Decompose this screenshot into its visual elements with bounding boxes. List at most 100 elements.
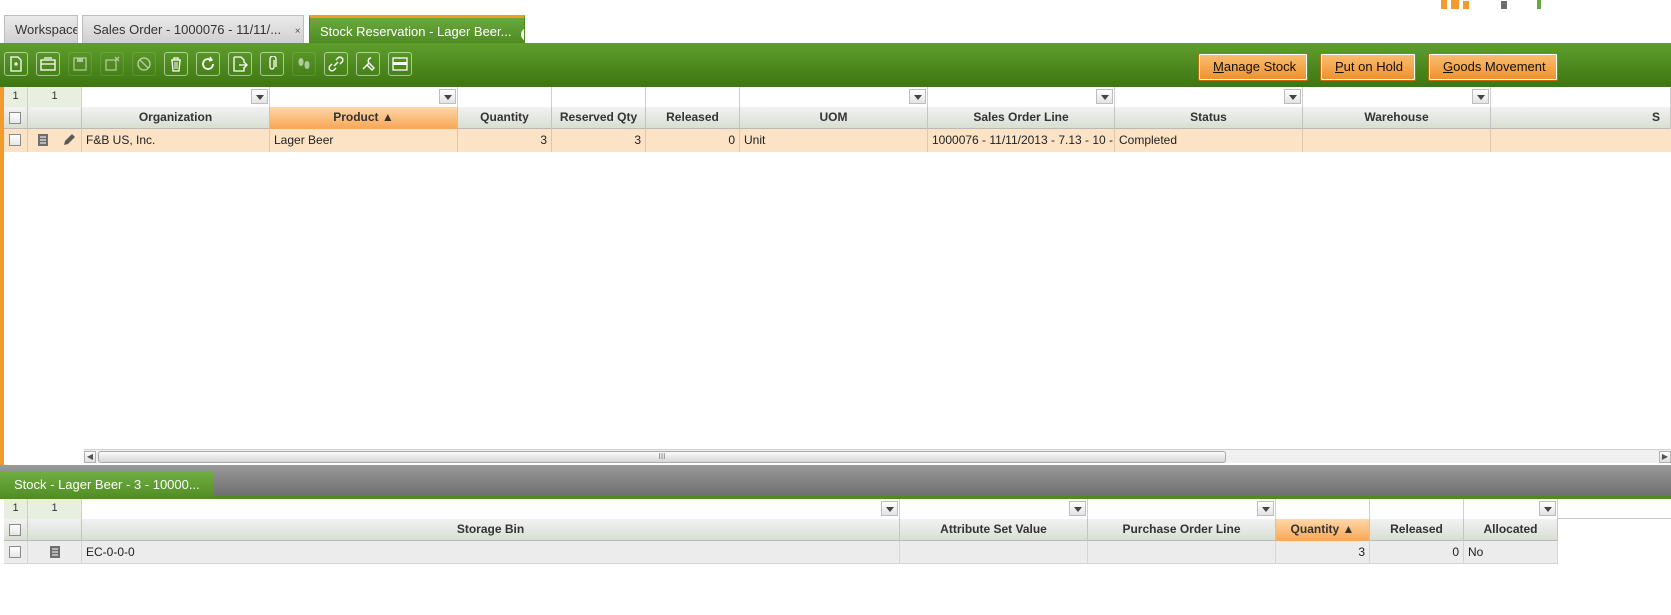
open-form-icon[interactable]: [36, 133, 50, 147]
put-on-hold-button[interactable]: Put on Hold: [1320, 53, 1416, 81]
col-released[interactable]: Released: [646, 107, 740, 129]
chevron-down-icon[interactable]: [881, 501, 898, 516]
accel-key: M: [1213, 59, 1224, 74]
row-count: 1: [4, 87, 28, 107]
chevron-down-icon[interactable]: [1096, 89, 1113, 104]
goods-movement-button[interactable]: Goods Movement: [1428, 53, 1558, 81]
col-warehouse[interactable]: Warehouse: [1303, 107, 1491, 129]
filter-allocated[interactable]: [1464, 499, 1558, 519]
openbravo-logo: [1435, 0, 1665, 9]
button-label: anage Stock: [1223, 59, 1297, 74]
row-actions: [28, 541, 82, 564]
row-checkbox[interactable]: [9, 134, 21, 146]
export-icon[interactable]: [228, 52, 252, 76]
button-label: oods Movement: [1453, 59, 1546, 74]
row-count: 1: [4, 499, 28, 519]
col-s[interactable]: S: [1491, 107, 1671, 129]
tab-stock[interactable]: Stock - Lager Beer - 3 - 10000...: [0, 471, 214, 499]
new-row-icon[interactable]: [36, 52, 60, 76]
select-all-checkbox[interactable]: [9, 112, 21, 124]
tab-stock-reservation[interactable]: Stock Reservation - Lager Beer... ×: [309, 15, 525, 43]
audit-trail-icon[interactable]: [292, 52, 316, 76]
row-checkbox[interactable]: [9, 546, 21, 558]
chevron-down-icon[interactable]: [1472, 89, 1489, 104]
chevron-down-icon[interactable]: [909, 89, 926, 104]
filter-released[interactable]: [646, 87, 740, 107]
chevron-down-icon[interactable]: [439, 89, 456, 104]
select-all-checkbox[interactable]: [9, 524, 21, 536]
col-attribute-set-value[interactable]: Attribute Set Value: [900, 519, 1088, 541]
subtab-bar: Stock - Lager Beer - 3 - 10000...: [0, 465, 1671, 499]
refresh-icon[interactable]: [196, 52, 220, 76]
table-row[interactable]: F&B US, Inc. Lager Beer 3 3 0 Unit 10000…: [4, 129, 1671, 152]
manage-stock-button[interactable]: Manage Stock: [1198, 53, 1308, 81]
col-quantity[interactable]: Quantity: [458, 107, 552, 129]
layout-toggle-icon[interactable]: [388, 52, 412, 76]
col-reserved-qty[interactable]: Reserved Qty: [552, 107, 646, 129]
scrollbar-thumb[interactable]: III: [98, 451, 1226, 463]
delete-unsaved-icon[interactable]: [100, 52, 124, 76]
filter-uom[interactable]: [740, 87, 928, 107]
col-storage-bin[interactable]: Storage Bin: [82, 519, 900, 541]
chevron-down-icon[interactable]: [1069, 501, 1086, 516]
chevron-down-icon[interactable]: [251, 89, 268, 104]
open-form-icon[interactable]: [48, 545, 62, 559]
filter-released[interactable]: [1370, 499, 1464, 519]
filter-organization[interactable]: [82, 87, 270, 107]
link-icon[interactable]: [324, 52, 348, 76]
col-product[interactable]: Product ▲: [270, 107, 458, 129]
stock-reservation-grid: 1 1 Organization Product ▲ Quantity Rese…: [4, 87, 1671, 449]
toolbar: Manage Stock Put on Hold Goods Movement: [0, 43, 1671, 87]
cell-status: Completed: [1115, 129, 1303, 152]
logo-wordmark: [1441, 0, 1551, 15]
new-document-icon[interactable]: [4, 52, 28, 76]
tab-bar: Workspace Sales Order - 1000076 - 11/11/…: [0, 0, 1671, 44]
filter-storage-bin[interactable]: [82, 499, 900, 519]
filter-quantity[interactable]: [1276, 499, 1370, 519]
logo-mark: [1441, 0, 1541, 9]
undo-icon[interactable]: [132, 52, 156, 76]
cell-s: [1491, 129, 1671, 152]
edit-pencil-icon[interactable]: [62, 133, 76, 147]
accel-key: G: [1443, 59, 1454, 74]
filter-sales-order-line[interactable]: [928, 87, 1115, 107]
save-icon[interactable]: [68, 52, 92, 76]
tab-sales-order[interactable]: Sales Order - 1000076 - 11/11/... ×: [82, 15, 304, 43]
scroll-right-icon[interactable]: ▶: [1659, 451, 1671, 463]
col-sales-order-line[interactable]: Sales Order Line: [928, 107, 1115, 129]
filter-reserved-qty[interactable]: [552, 87, 646, 107]
horizontal-scrollbar[interactable]: ◀ III ▶: [84, 449, 1671, 463]
delete-icon[interactable]: [164, 52, 188, 76]
filter-status[interactable]: [1115, 87, 1303, 107]
filter-warehouse[interactable]: [1303, 87, 1491, 107]
col-purchase-order-line[interactable]: Purchase Order Line: [1088, 519, 1276, 541]
filter-purchase-order-line[interactable]: [1088, 499, 1276, 519]
filter-attribute-set-value[interactable]: [900, 499, 1088, 519]
attachment-icon[interactable]: [260, 52, 284, 76]
col-organization[interactable]: Organization: [82, 107, 270, 129]
filter-quantity[interactable]: [458, 87, 552, 107]
cell-quantity: 3: [458, 129, 552, 152]
cell-attribute-set-value: [900, 541, 1088, 564]
table-row[interactable]: EC-0-0-0 3 0 No: [4, 541, 1558, 564]
col-uom[interactable]: UOM: [740, 107, 928, 129]
col-allocated[interactable]: Allocated: [1464, 519, 1558, 541]
tools-icon[interactable]: [356, 52, 380, 76]
col-released[interactable]: Released: [1370, 519, 1464, 541]
col-status[interactable]: Status: [1115, 107, 1303, 129]
cell-uom: Unit: [740, 129, 928, 152]
close-icon[interactable]: ×: [291, 26, 303, 39]
cell-released: 0: [1370, 541, 1464, 564]
tab-workspace[interactable]: Workspace: [4, 15, 78, 43]
close-icon[interactable]: ×: [521, 28, 524, 41]
filter-s[interactable]: [1491, 87, 1671, 107]
filter-product[interactable]: [270, 87, 458, 107]
chevron-down-icon[interactable]: [1284, 89, 1301, 104]
cell-allocated: No: [1464, 541, 1558, 564]
cell-warehouse: [1303, 129, 1491, 152]
col-quantity[interactable]: Quantity ▲: [1276, 519, 1370, 541]
chevron-down-icon[interactable]: [1539, 501, 1556, 516]
tab-label: Workspace: [15, 22, 78, 37]
chevron-down-icon[interactable]: [1257, 501, 1274, 516]
scroll-left-icon[interactable]: ◀: [84, 451, 96, 463]
